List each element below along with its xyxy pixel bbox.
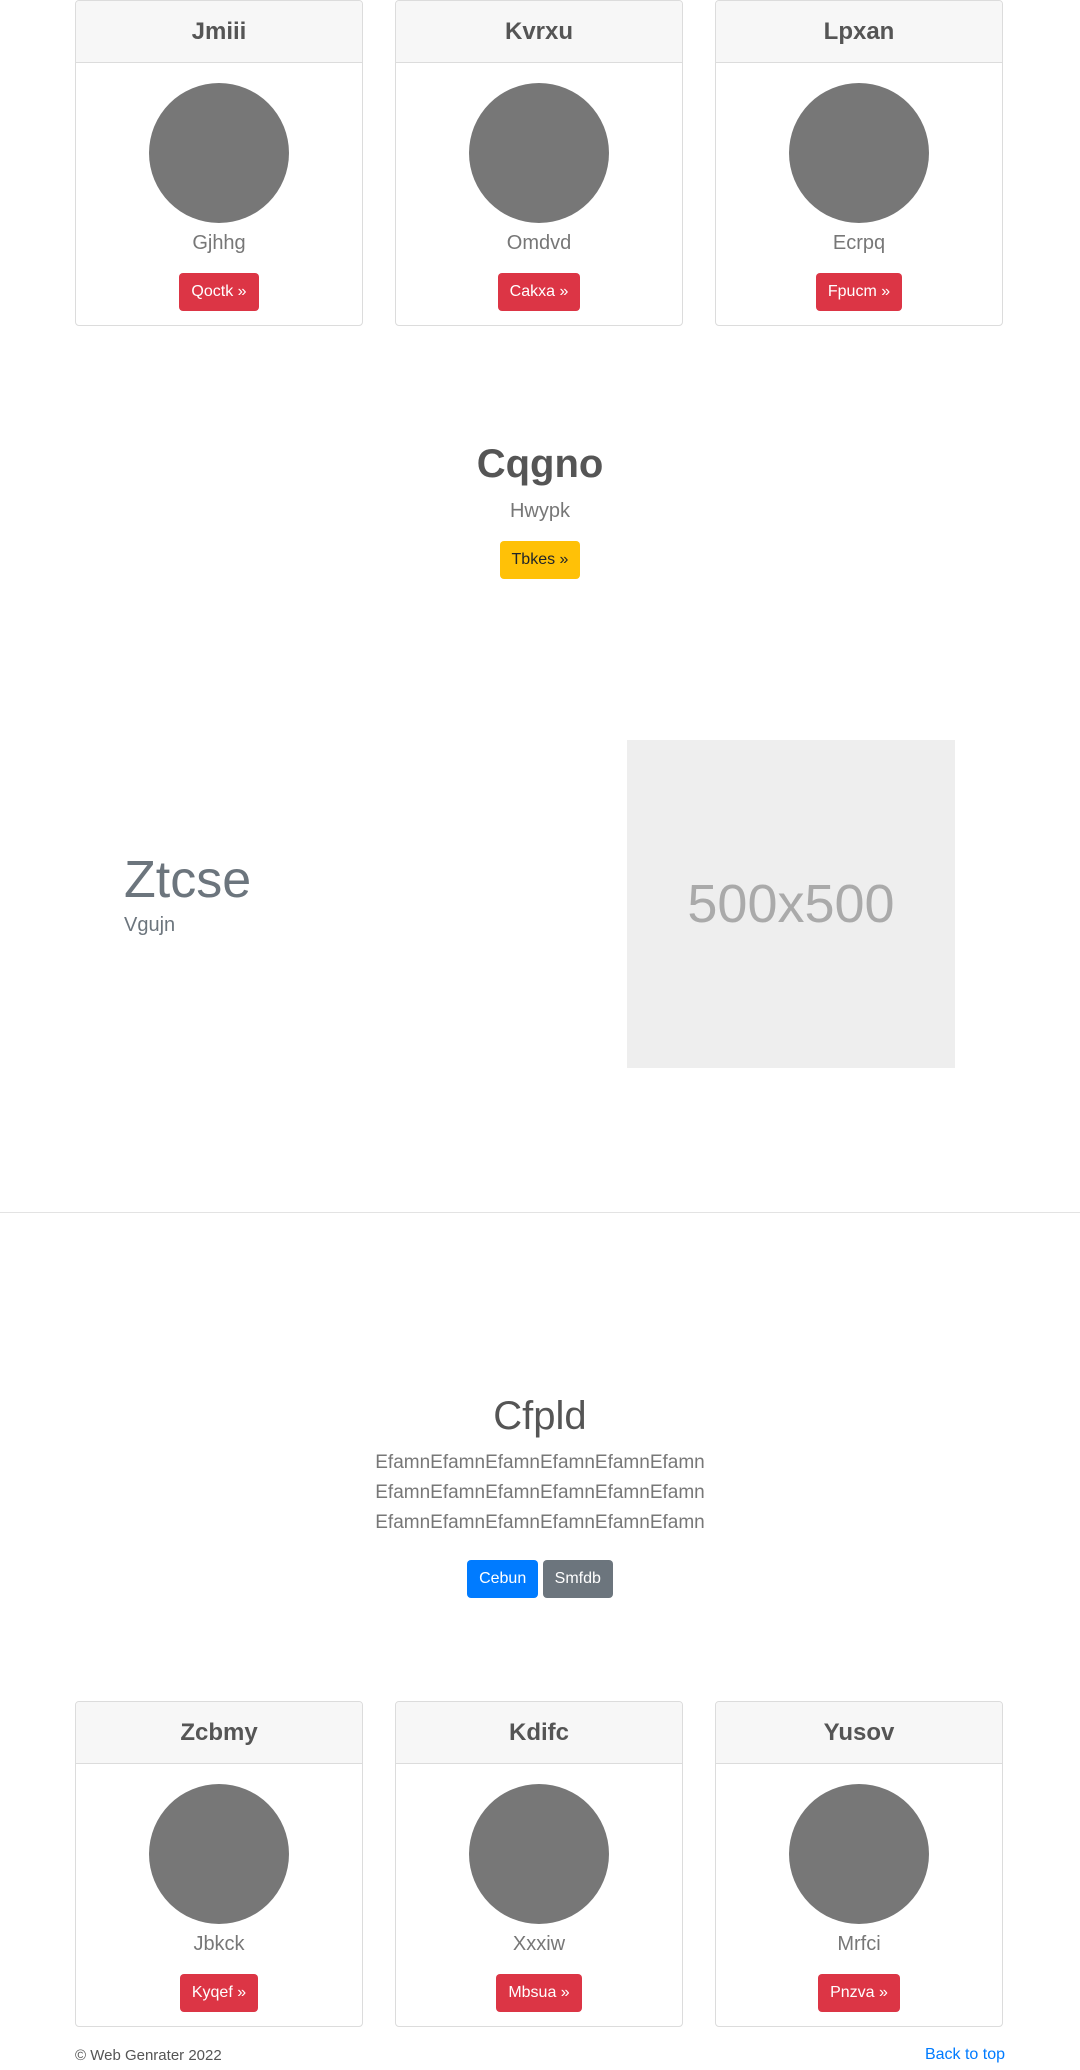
hero-title: Cqgno — [476, 442, 604, 486]
jumbotron-line-2: EfamnEfamnEfamnEfamnEfamnEfamn — [375, 1482, 705, 1503]
jumbotron-line-1: EfamnEfamnEfamnEfamnEfamnEfamn — [375, 1452, 705, 1473]
card-6: Yusov Mrfci Pnzva » — [715, 1701, 1003, 2027]
card-button[interactable]: Pnzva » — [818, 1974, 900, 2012]
hero-subtitle: Hwypk — [509, 500, 570, 522]
card-title: Jmiii — [76, 1, 362, 63]
card-text: Mrfci — [837, 1933, 881, 1955]
avatar — [469, 83, 609, 223]
jumbotron-title: Cfpld — [493, 1394, 587, 1438]
card-title: Kvrxu — [396, 1, 682, 63]
card-2: Kvrxu Omdvd Cakxa » — [395, 0, 683, 326]
hero-button[interactable]: Tbkes » — [499, 541, 581, 579]
avatar — [789, 83, 929, 223]
jumbotron-line-3: EfamnEfamnEfamnEfamnEfamnEfamn — [375, 1512, 705, 1533]
avatar — [149, 83, 289, 223]
avatar — [469, 1784, 609, 1924]
card-title: Kdifc — [396, 1702, 682, 1764]
footer-copyright: © Web Genrater 2022 — [75, 2047, 222, 2064]
placeholder-image: 500x500 — [627, 740, 955, 1068]
card-1: Jmiii Gjhhg Qoctk » — [75, 0, 363, 326]
card-title: Yusov — [716, 1702, 1002, 1764]
primary-button[interactable]: Cebun — [467, 1560, 539, 1598]
card-text: Jbkck — [193, 1933, 245, 1955]
card-text: Gjhhg — [192, 232, 246, 254]
card-button[interactable]: Fpucm » — [815, 273, 903, 311]
placeholder-label: 500x500 — [687, 874, 895, 934]
card-3: Lpxan Ecrpq Fpucm » — [715, 0, 1003, 326]
card-title: Lpxan — [716, 1, 1002, 63]
card-text: Xxxiw — [512, 1933, 566, 1955]
card-text: Ecrpq — [832, 232, 886, 254]
card-5: Kdifc Xxxiw Mbsua » — [395, 1701, 683, 2027]
back-to-top-link[interactable]: Back to top — [925, 2046, 1005, 2064]
secondary-button[interactable]: Smfdb — [542, 1560, 613, 1598]
card-button[interactable]: Kyqef » — [179, 1974, 259, 2012]
card-button[interactable]: Mbsua » — [496, 1974, 582, 2012]
feature-title: Ztcse — [124, 851, 252, 909]
card-title: Zcbmy — [76, 1702, 362, 1764]
card-4: Zcbmy Jbkck Kyqef » — [75, 1701, 363, 2027]
avatar — [149, 1784, 289, 1924]
card-button[interactable]: Cakxa » — [497, 273, 581, 311]
feature-subtitle: Vgujn — [124, 914, 176, 936]
card-text: Omdvd — [506, 232, 572, 254]
avatar — [789, 1784, 929, 1924]
section-divider — [0, 1212, 1080, 1213]
card-button[interactable]: Qoctk » — [179, 273, 259, 311]
